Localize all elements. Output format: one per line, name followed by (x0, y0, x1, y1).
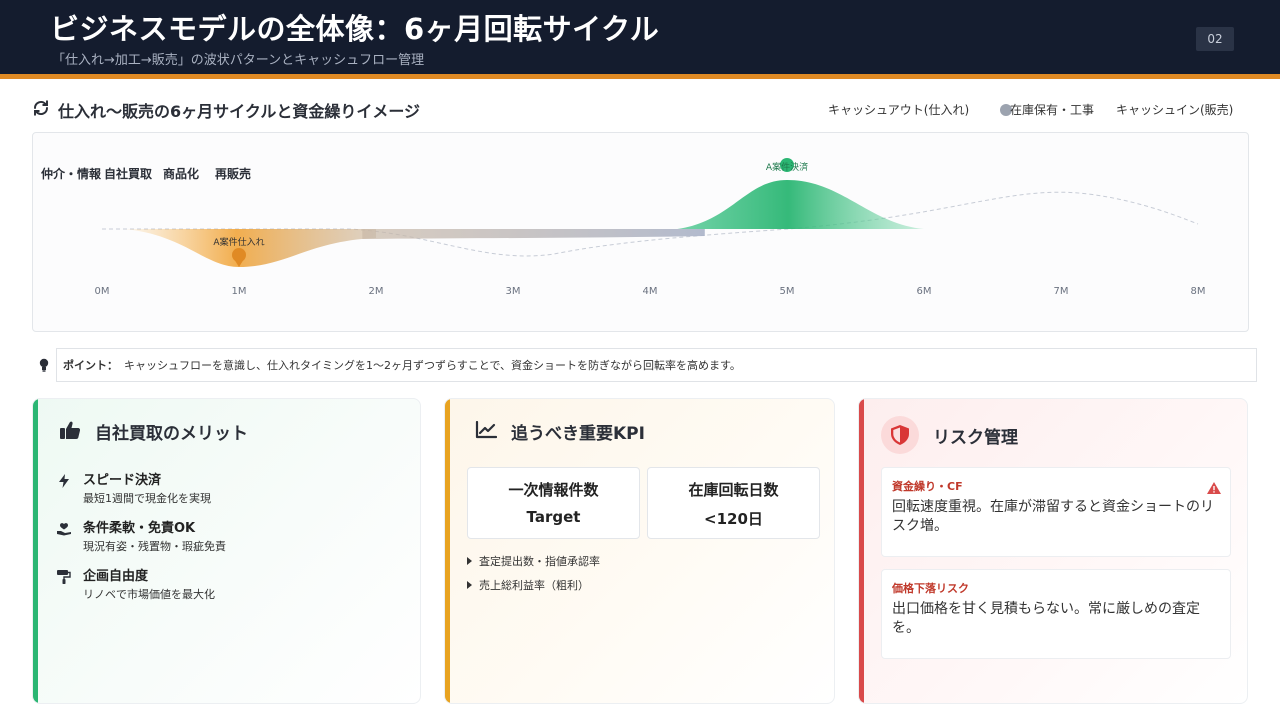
merit-item: 企画自由度リノベで市場価値を最大化 (55, 565, 215, 602)
kpi-card: 追うべき重要KPI 一次情報件数 Target 在庫回転日数 <120日 査定提… (444, 398, 835, 704)
merit-item-desc: 最短1週間で現金化を実現 (83, 492, 211, 505)
bolt-icon (55, 469, 73, 506)
risk-item-desc: 出口価格を甘く見積もらない。常に厳しめの査定を。 (892, 601, 1200, 636)
point-label: ポイント： (63, 359, 118, 372)
warning-icon (1207, 479, 1221, 498)
legend-label: 在庫保有・工事 (1010, 103, 1095, 117)
section-title-text: 仕入れ〜販売の6ヶ月サイクルと資金繰りイメージ (58, 102, 421, 121)
header: ビジネスモデルの全体像：6ヶ月回転サイクル 「仕入れ→加工→販売」の波状パターン… (0, 0, 1280, 74)
cycle-chart: 仲介・情報 自社買取 商品化 再販売 0M 1M 2M 3M 4M 5M 6M 7M 8M A案件… (32, 132, 1249, 332)
card-stripe (33, 399, 38, 703)
point-text: キャッシュフローを意識し、仕入れタイミングを1〜2ヶ月ずつずらすことで、資金ショ… (124, 359, 741, 372)
legend-cash-out: キャッシュアウト(仕入れ) (828, 101, 969, 118)
card-title: 自社買取のメリット (95, 424, 248, 444)
card-title: リスク管理 (933, 427, 1018, 448)
card-stripe (859, 399, 864, 703)
card-header: リスク管理 (881, 416, 1018, 454)
kpi-label: 在庫回転日数 (688, 481, 779, 499)
x-tick-label: 0M (95, 286, 110, 297)
series-inventory (362, 229, 705, 239)
risk-item: 資金繰り・CF 回転速度重視。在庫が滞留すると資金ショートのリスク増。 (881, 467, 1231, 557)
chart-svg: 0M 1M 2M 3M 4M 5M 6M 7M 8M A案件仕入れ A案件決済 (95, 158, 1206, 297)
section-title: 仕入れ〜販売の6ヶ月サイクルと資金繰りイメージ (32, 97, 420, 123)
line-chart-icon (475, 420, 498, 443)
x-tick-label: 7M (1054, 286, 1069, 297)
sync-icon (32, 99, 50, 121)
lightbulb-icon (32, 358, 56, 372)
x-tick-label: 3M (506, 286, 521, 297)
page-title: ビジネスモデルの全体像：6ヶ月回転サイクル (50, 12, 660, 46)
point-text-box: ポイント： キャッシュフローを意識し、仕入れタイミングを1〜2ヶ月ずつずらすこと… (56, 348, 1257, 382)
x-tick-label: 6M (917, 286, 932, 297)
handshake-icon (55, 517, 73, 554)
legend-label: キャッシュイン(販売) (1116, 103, 1234, 117)
annotation-label: A案件決済 (766, 161, 808, 173)
card-header: 自社買取のメリット (59, 419, 248, 444)
risk-item: 価格下落リスク 出口価格を甘く見積もらない。常に厳しめの査定を。 (881, 569, 1231, 659)
card-stripe (445, 399, 450, 703)
risk-card: リスク管理 資金繰り・CF 回転速度重視。在庫が滞留すると資金ショートのリスク増… (858, 398, 1248, 704)
merit-item-desc: 現況有姿・残置物・瑕疵免責 (83, 540, 226, 553)
list-item-text: 売上総利益率（粗利） (479, 579, 589, 592)
risk-item-title: 資金繰り・CF (892, 480, 963, 493)
series-cash-out (122, 229, 376, 267)
x-tick-label: 5M (780, 286, 795, 297)
x-tick-label: 1M (232, 286, 247, 297)
series-cash-in (677, 180, 924, 229)
page-subtitle: 「仕入れ→加工→販売」の波状パターンとキャッシュフロー管理 (52, 53, 425, 68)
merit-card: 自社買取のメリット スピード決済最短1週間で現金化を実現 条件柔軟・免責OK 現況… (32, 398, 421, 704)
shield-icon (881, 416, 919, 454)
thumbs-up-icon (59, 420, 81, 444)
legend-inventory: 在庫保有・工事 (1000, 101, 1094, 118)
point-callout: ポイント： キャッシュフローを意識し、仕入れタイミングを1〜2ヶ月ずつずらすこと… (32, 348, 1257, 382)
merit-item-title: スピード決済 (83, 473, 162, 488)
card-title: 追うべき重要KPI (511, 424, 645, 444)
paint-roller-icon (55, 565, 73, 602)
kpi-value: <120日 (704, 510, 763, 528)
x-tick-label: 2M (369, 286, 384, 297)
card-header: 追うべき重要KPI (475, 419, 645, 444)
kpi-list: 査定提出数・指値承認率 売上総利益率（粗利） (467, 549, 600, 597)
list-item: 売上総利益率（粗利） (467, 573, 600, 597)
legend-label: キャッシュアウト(仕入れ) (828, 103, 970, 117)
merit-item-desc: リノベで市場価値を最大化 (83, 588, 215, 601)
kpi-box: 在庫回転日数 <120日 (647, 467, 820, 539)
list-item-text: 査定提出数・指値承認率 (479, 555, 600, 568)
annotation-label: A案件仕入れ (213, 236, 264, 248)
kpi-box: 一次情報件数 Target (467, 467, 640, 539)
page-number: 02 (1196, 27, 1234, 51)
merit-item: 条件柔軟・免責OK 現況有姿・残置物・瑕疵免責 (55, 517, 226, 554)
caret-right-icon (467, 557, 472, 565)
x-tick-label: 4M (643, 286, 658, 297)
risk-item-title: 価格下落リスク (892, 582, 969, 595)
kpi-value: Target (526, 508, 581, 526)
legend-cash-in: キャッシュイン(販売) (1116, 101, 1233, 118)
merit-item-title: 条件柔軟・免責OK (83, 521, 196, 536)
merit-item-title: 企画自由度 (83, 569, 149, 584)
kpi-label: 一次情報件数 (508, 481, 599, 499)
risk-item-desc: 回転速度重視。在庫が滞留すると資金ショートのリスク増。 (892, 499, 1214, 534)
x-tick-label: 8M (1191, 286, 1206, 297)
list-item: 査定提出数・指値承認率 (467, 549, 600, 573)
caret-right-icon (467, 581, 472, 589)
header-accent-bar (0, 74, 1280, 79)
merit-item: スピード決済最短1週間で現金化を実現 (55, 469, 211, 506)
